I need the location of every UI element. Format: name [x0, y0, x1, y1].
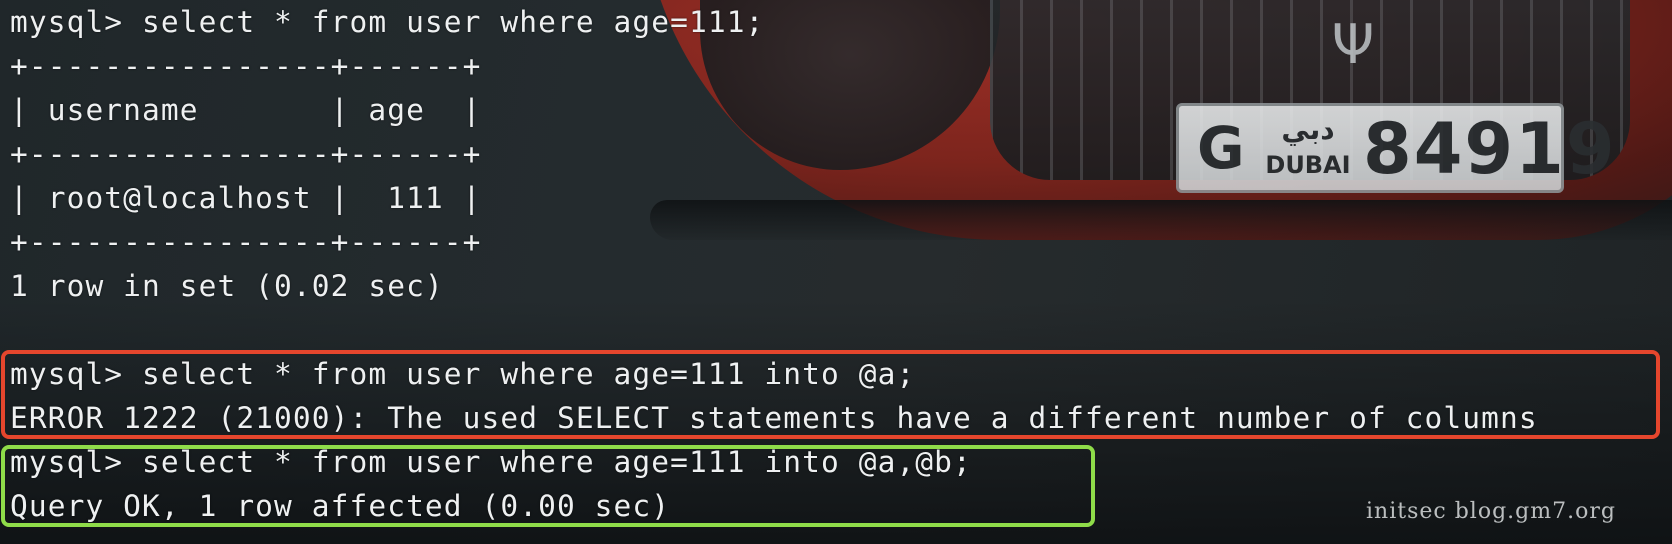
watermark-text: initsec blog.gm7.org	[1366, 499, 1616, 524]
wallpaper-car-body	[640, 0, 1672, 240]
wallpaper-car-bumper	[650, 200, 1672, 240]
terminal-line-table-border: +----------------+------+	[10, 49, 482, 83]
terminal-line-command: mysql> select * from user where age=111 …	[10, 445, 972, 479]
terminal-window[interactable]: Ψ G دبي DUBAI 84919 mysql> select * from…	[0, 0, 1672, 544]
license-plate: G دبي DUBAI 84919	[1176, 103, 1615, 193]
terminal-line-table-row: | root@localhost | 111 |	[10, 181, 482, 215]
trident-icon: Ψ	[1331, 13, 1375, 76]
terminal-line-command: mysql> select * from user where age=111 …	[10, 357, 916, 391]
terminal-line-error: ERROR 1222 (21000): The used SELECT stat…	[10, 401, 1538, 435]
plate-arabic: دبي	[1281, 113, 1335, 146]
terminal-line-result: Query OK, 1 row affected (0.00 sec)	[10, 489, 671, 523]
terminal-line-table-header: | username | age |	[10, 93, 482, 127]
terminal-line-table-border: +----------------+------+	[10, 225, 482, 259]
wallpaper-car-grille	[990, 0, 1630, 180]
terminal-line-result: 1 row in set (0.02 sec)	[10, 269, 444, 303]
terminal-line-command: mysql> select * from user where age=111;	[10, 5, 765, 39]
plate-number: 84919	[1363, 108, 1617, 190]
plate-letter: G	[1197, 114, 1245, 182]
plate-city: DUBAI	[1265, 151, 1351, 179]
terminal-line-table-border: +----------------+------+	[10, 137, 482, 171]
